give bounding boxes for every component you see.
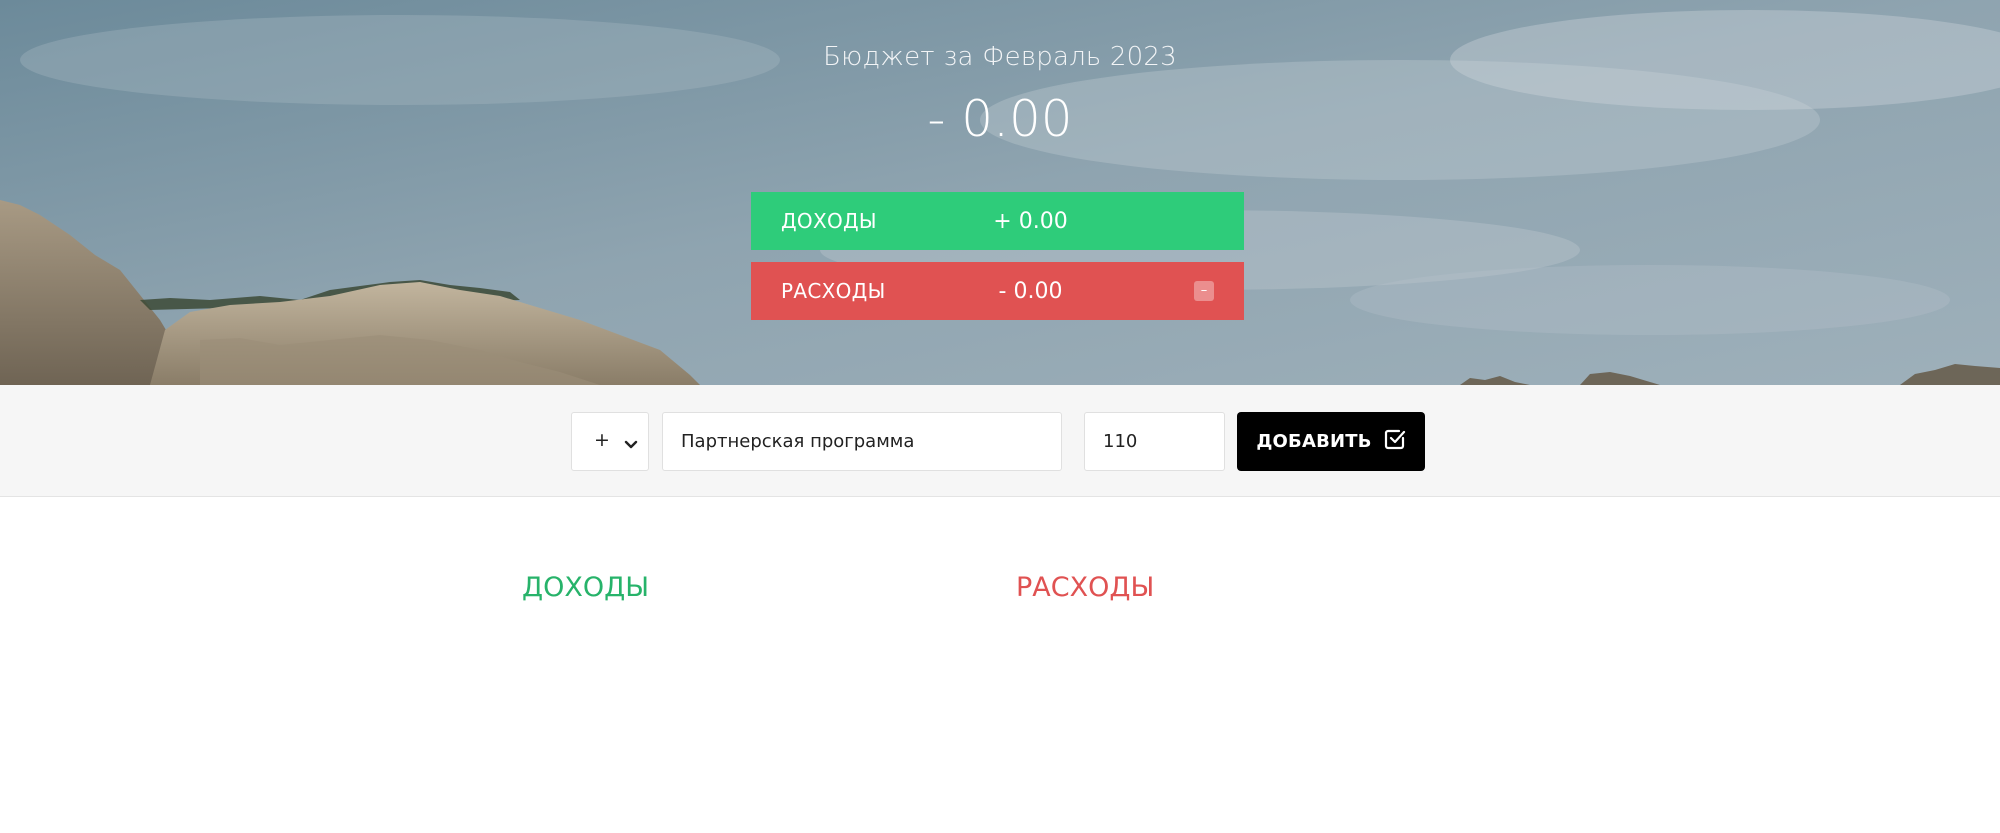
expense-list-title: РАСХОДЫ <box>1016 572 1155 603</box>
chevron-down-icon <box>624 434 638 455</box>
lists-section: ДОХОДЫ РАСХОДЫ <box>0 497 2000 833</box>
checkbox-edit-icon <box>1384 428 1406 455</box>
description-input[interactable] <box>662 412 1062 471</box>
type-select[interactable]: + <box>571 412 649 471</box>
type-select-value: + <box>594 429 610 451</box>
income-summary: ДОХОДЫ + 0.00 <box>751 192 1244 250</box>
budget-title: Бюджет за Февраль 2023 <box>823 42 1177 72</box>
budget-header: Бюджет за Февраль 2023 - 0.00 ДОХОДЫ + 0… <box>0 0 2000 385</box>
amount-input[interactable] <box>1084 412 1225 471</box>
add-button[interactable]: ДОБАВИТЬ <box>1237 412 1425 471</box>
income-summary-value: + 0.00 <box>993 208 1068 234</box>
expense-list: РАСХОДЫ <box>1016 572 1154 603</box>
expense-summary-value: - 0.00 <box>998 278 1063 304</box>
budget-total: - 0.00 <box>927 90 1073 148</box>
expense-summary: РАСХОДЫ - 0.00 – <box>751 262 1244 320</box>
income-list-title: ДОХОДЫ <box>522 572 650 603</box>
add-item-bar: + ДОБАВИТЬ <box>0 385 2000 497</box>
add-button-label: ДОБАВИТЬ <box>1256 431 1372 452</box>
income-list: ДОХОДЫ <box>522 572 649 603</box>
expense-percentage-badge: – <box>1194 281 1214 301</box>
